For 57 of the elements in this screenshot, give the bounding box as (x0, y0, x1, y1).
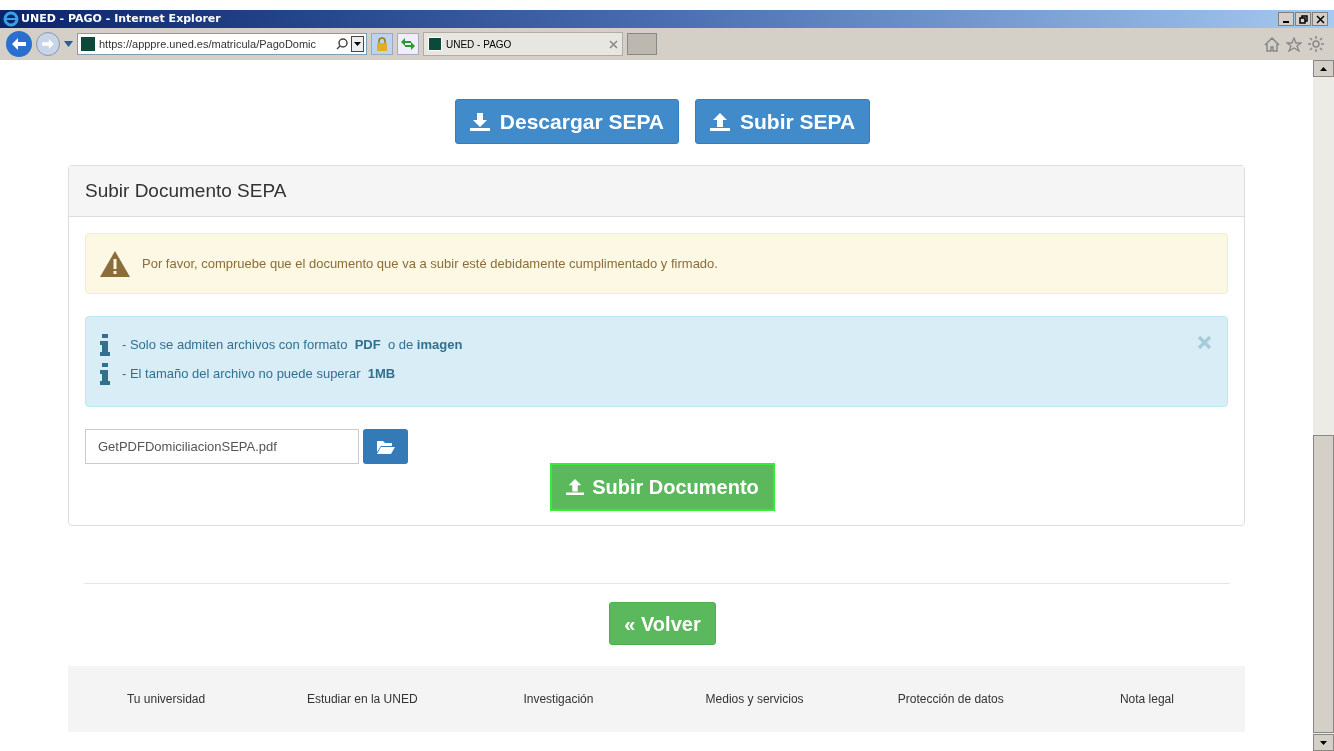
upload-icon (566, 478, 585, 496)
info-text: - Solo se admiten archivos con formato PDF o de imagen (122, 335, 463, 354)
close-button[interactable] (1312, 12, 1328, 26)
footer-link[interactable]: Nota legal (1119, 690, 1174, 708)
caret-icon (354, 42, 361, 46)
refresh-button[interactable] (397, 33, 419, 55)
minimize-icon (1283, 21, 1289, 23)
tab-label: UNED - PAGO (446, 37, 512, 52)
search-icon (336, 38, 348, 50)
home-icon[interactable] (1264, 36, 1280, 52)
arrow-left-icon (12, 38, 26, 50)
window-title: UNED - PAGO - Internet Explorer (21, 10, 221, 27)
caret-down-icon (1320, 740, 1327, 745)
dropdown-caret-icon (64, 41, 73, 47)
back-nav-button[interactable] (6, 31, 32, 57)
download-icon (469, 112, 490, 131)
browser-tab[interactable]: UNED - PAGO (423, 32, 623, 56)
forward-nav-button[interactable] (36, 32, 60, 56)
arrow-right-icon (42, 39, 54, 49)
address-field[interactable]: https://apppre.uned.es/matricula/PagoDomic (77, 33, 367, 55)
upload-button[interactable]: Subir SEPA (695, 99, 871, 144)
info-icon (100, 362, 110, 385)
footer-link[interactable]: Tu universidad (126, 690, 206, 708)
url-text: https://apppre.uned.es/matricula/PagoDomic (99, 36, 318, 52)
folder-icon (376, 439, 395, 454)
star-icon[interactable] (1286, 36, 1302, 52)
info-text: - El tamaño del archivo no puede superar 1MB (122, 364, 396, 383)
footer-link[interactable]: Medios y servicios (705, 690, 804, 708)
security-lock-button[interactable] (371, 33, 393, 55)
restore-button[interactable] (1295, 12, 1311, 26)
close-tab-icon[interactable] (609, 39, 618, 49)
footer-link[interactable]: Protección de datos (897, 690, 1004, 708)
upload-icon (710, 112, 731, 131)
address-dropdown-button[interactable] (351, 36, 364, 52)
restore-icon (1298, 14, 1308, 24)
download-button[interactable]: Descargar SEPA (454, 99, 680, 144)
site-logo-icon (428, 37, 442, 51)
settings-icon[interactable] (1308, 36, 1324, 52)
new-tab-button[interactable] (627, 33, 657, 55)
panel-title: Subir Documento SEPA (85, 178, 287, 203)
caret-up-icon (1320, 66, 1327, 71)
close-icon (1315, 14, 1325, 24)
footer-link[interactable]: Investigación (523, 690, 594, 708)
browse-button[interactable] (363, 429, 408, 464)
scroll-thumb[interactable] (1313, 435, 1334, 733)
refresh-arrows-icon (401, 38, 415, 50)
scroll-up-button[interactable] (1313, 60, 1334, 77)
scroll-down-button[interactable] (1313, 734, 1334, 751)
warning-icon (100, 250, 130, 277)
file-name-field[interactable]: GetPDFDomiciliacionSEPA.pdf (85, 429, 359, 464)
browser-logo-icon (3, 11, 19, 27)
warning-text: Por favor, compruebe que el documento que va a subir esté debidamente cumplimentado y firmado. (142, 254, 718, 273)
footer-link[interactable]: Estudiar en la UNED (306, 690, 418, 708)
info-icon (100, 333, 110, 356)
padlock-icon (376, 37, 388, 51)
minimize-button[interactable] (1278, 12, 1294, 26)
site-logo-icon (80, 36, 96, 52)
